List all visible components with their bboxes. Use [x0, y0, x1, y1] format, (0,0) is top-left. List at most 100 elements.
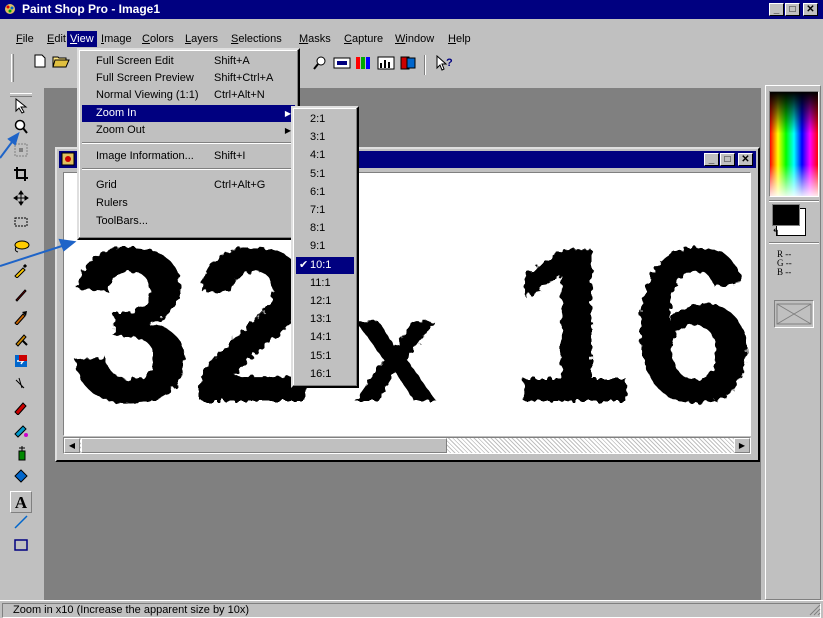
zoom-icon[interactable] — [310, 55, 330, 75]
zoom-item-2-to-1[interactable]: 2:1 — [296, 111, 354, 128]
zoom-item-3-to-1[interactable]: 3:1 — [296, 129, 354, 146]
arrow-tool-icon[interactable] — [10, 97, 32, 120]
color-replacer-icon[interactable] — [10, 331, 32, 353]
text-tool-icon[interactable]: A — [10, 491, 32, 513]
zoom-item-14-to-1[interactable]: 14:1 — [296, 329, 354, 346]
eraser-icon[interactable] — [10, 399, 32, 421]
flood-fill-icon[interactable] — [10, 468, 32, 490]
maximize-button[interactable]: □ — [785, 3, 800, 16]
rgb-readout: R -- G -- B -- — [777, 250, 792, 277]
zoom-item-10-to-1[interactable]: ✔ 10:1 — [296, 256, 354, 274]
menu-window[interactable]: Window — [392, 31, 437, 47]
new-file-icon[interactable] — [30, 53, 50, 73]
toolbar-grip — [11, 54, 14, 82]
menu-file[interactable]: File — [13, 31, 37, 47]
swap-colors-icon[interactable]: ↰ — [772, 228, 782, 237]
menu-item-toolbars[interactable]: ToolBars... — [82, 213, 295, 230]
menu-item-normal-viewing[interactable]: Normal Viewing (1:1) Ctrl+Alt+N — [82, 87, 295, 104]
image-minimize-button[interactable]: _ — [704, 153, 719, 166]
menu-help[interactable]: Help — [445, 31, 474, 47]
picture-tube-icon[interactable] — [10, 422, 32, 444]
minimize-button[interactable]: _ — [769, 3, 784, 16]
layers-icon[interactable] — [398, 55, 418, 75]
horizontal-scrollbar[interactable]: ◀ ▶ — [63, 437, 751, 454]
zoom-item-9-to-1[interactable]: 9:1 — [296, 238, 354, 255]
zoom-item-5-to-1[interactable]: 5:1 — [296, 166, 354, 183]
view-menu: Full Screen Edit Shift+A Full Screen Prev… — [77, 48, 300, 240]
menu-item-rulers[interactable]: Rulers — [82, 195, 295, 212]
status-text: Zoom in x10 (Increase the apparent size … — [2, 603, 821, 618]
zoom-item-label: 10:1 — [310, 258, 332, 271]
status-bar: Zoom in x10 (Increase the apparent size … — [0, 600, 823, 618]
resize-grip-icon[interactable] — [809, 604, 821, 616]
shape-tool-icon[interactable] — [10, 537, 32, 559]
foreground-color-swatch[interactable] — [772, 204, 800, 226]
menu-item-grid[interactable]: Grid Ctrl+Alt+G — [82, 177, 295, 194]
zoom-item-16-to-1[interactable]: 16:1 — [296, 366, 354, 383]
menu-bar: File Edit View Image Colors Layers Selec… — [0, 31, 823, 47]
zoom-item-label: 6:1 — [310, 185, 326, 198]
close-button[interactable]: ✕ — [803, 3, 818, 16]
image-close-button[interactable]: ✕ — [738, 153, 753, 166]
palette-grip — [10, 93, 32, 97]
color-palette: ↰ R -- G -- B -- — [765, 85, 821, 600]
style-swatch[interactable] — [774, 300, 814, 328]
menu-masks[interactable]: Masks — [296, 31, 334, 47]
menu-item-full-screen-edit[interactable]: Full Screen Edit Shift+A — [82, 53, 295, 70]
zoom-item-12-to-1[interactable]: 12:1 — [296, 293, 354, 310]
menu-edit[interactable]: Edit — [44, 31, 69, 47]
zoom-item-11-to-1[interactable]: 11:1 — [296, 275, 354, 292]
zoom-item-label: 3:1 — [310, 131, 326, 144]
title-bar: Paint Shop Pro - Image1 _ □ ✕ — [0, 0, 823, 19]
menu-capture[interactable]: Capture — [341, 31, 386, 47]
canvas-text-x: x — [354, 265, 437, 433]
zoom-item-7-to-1[interactable]: 7:1 — [296, 202, 354, 219]
svg-text:?: ? — [446, 57, 453, 69]
help-pointer-icon[interactable]: ? — [434, 54, 454, 75]
open-folder-icon[interactable] — [51, 53, 71, 73]
overview-icon[interactable] — [332, 55, 352, 75]
clone-brush-icon[interactable] — [10, 309, 32, 331]
paintbrush-icon[interactable] — [10, 286, 32, 308]
menu-selections[interactable]: Selections — [228, 31, 285, 47]
menu-image[interactable]: Image — [98, 31, 135, 47]
callout-line-canvas — [0, 245, 63, 267]
color-spectrum[interactable] — [769, 91, 819, 197]
checkmark-icon: ✔ — [299, 258, 309, 271]
scroll-left-icon[interactable]: ◀ — [64, 438, 80, 453]
zoom-in-submenu: 2:1 3:1 4:1 5:1 6:1 7:1 8:1 9:1 ✔ 10:1 11:1 12:1 13:… — [291, 106, 359, 388]
menu-item-zoom-out[interactable]: Zoom Out ▶ — [82, 122, 295, 139]
menu-view[interactable]: View — [67, 31, 97, 47]
image-maximize-button[interactable]: □ — [720, 153, 735, 166]
menu-item-zoom-in[interactable]: Zoom In ▶ — [82, 105, 295, 122]
menu-separator — [82, 168, 295, 170]
color-palette-icon[interactable] — [354, 55, 374, 75]
scroll-right-icon[interactable]: ▶ — [734, 438, 750, 453]
zoom-item-label: 7:1 — [310, 204, 326, 216]
zoom-item-13-to-1[interactable]: 13:1 — [296, 311, 354, 328]
menu-item-full-screen-preview[interactable]: Full Screen Preview Shift+Ctrl+A — [82, 70, 295, 87]
scratch-remover-icon[interactable] — [10, 376, 32, 398]
zoom-item-label: 16:1 — [310, 367, 332, 380]
b-value: B -- — [777, 267, 792, 277]
zoom-item-6-to-1[interactable]: 6:1 — [296, 184, 354, 201]
menu-colors[interactable]: Colors — [139, 31, 177, 47]
zoom-item-label: 11:1 — [310, 276, 331, 289]
retouch-icon[interactable] — [10, 353, 32, 375]
histogram-icon[interactable] — [376, 55, 396, 75]
line-tool-icon[interactable] — [10, 514, 32, 536]
palette-divider — [769, 242, 819, 244]
zoom-item-15-to-1[interactable]: 15:1 — [296, 348, 354, 365]
scroll-thumb[interactable] — [81, 438, 447, 453]
zoom-item-4-to-1[interactable]: 4:1 — [296, 147, 354, 164]
paint-shop-pro-logo-icon — [5, 4, 15, 14]
menu-item-image-information[interactable]: Image Information... Shift+I — [82, 148, 295, 165]
toolbar-separator — [424, 55, 426, 75]
menu-layers[interactable]: Layers — [182, 31, 221, 47]
zoom-item-8-to-1[interactable]: 8:1 — [296, 220, 354, 237]
zoom-item-label: 5:1 — [310, 167, 326, 180]
no-style-cross-icon — [776, 303, 812, 325]
airbrush-icon[interactable] — [10, 445, 32, 467]
zoom-item-label: 2:1 — [310, 113, 326, 125]
zoom-item-label: 9:1 — [310, 240, 326, 253]
